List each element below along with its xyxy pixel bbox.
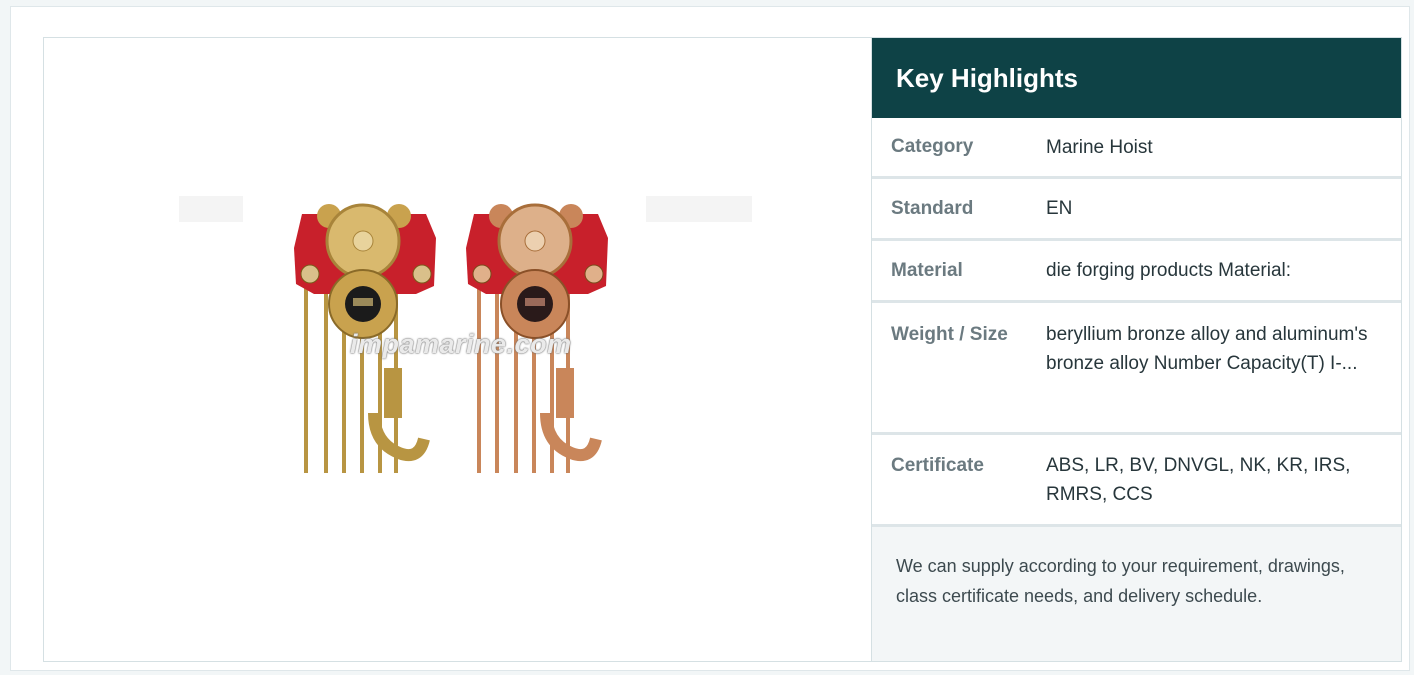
row-value: Marine Hoist (1046, 136, 1153, 158)
row-value: beryllium bronze alloy and aluminum's br… (1046, 324, 1368, 374)
panel-title: Key Highlights (872, 38, 1401, 118)
row-value: EN (1046, 198, 1073, 219)
key-highlights-panel: Key Highlights Category Marine Hoist Sta… (872, 38, 1401, 661)
product-card: impamarine.com Key Highlights Category M… (43, 37, 1402, 662)
row-label: Standard (891, 197, 974, 219)
page-frame: impamarine.com Key Highlights Category M… (10, 6, 1410, 671)
row-value: die forging products Material: (1046, 260, 1292, 281)
row-value: ABS, LR, BV, DNVGL, NK, KR, IRS, RMRS, C… (1046, 455, 1351, 505)
supply-note: We can supply according to your requirem… (872, 527, 1401, 661)
highlight-row-category: Category Marine Hoist (872, 118, 1401, 179)
highlight-row-material: Material die forging products Material: (872, 241, 1401, 303)
product-image[interactable]: impamarine.com (44, 38, 872, 661)
highlights-list: Category Marine Hoist Standard EN Materi… (872, 118, 1401, 527)
highlight-row-weight-size: Weight / Size beryllium bronze alloy and… (872, 303, 1401, 435)
row-label: Weight / Size (891, 324, 1008, 345)
row-label: Material (891, 259, 963, 281)
image-watermark: impamarine.com (350, 329, 572, 359)
row-label: Certificate (891, 455, 984, 476)
row-label: Category (891, 136, 974, 157)
highlight-row-standard: Standard EN (872, 179, 1401, 241)
highlight-row-certificate: Certificate ABS, LR, BV, DNVGL, NK, KR, … (872, 435, 1401, 527)
